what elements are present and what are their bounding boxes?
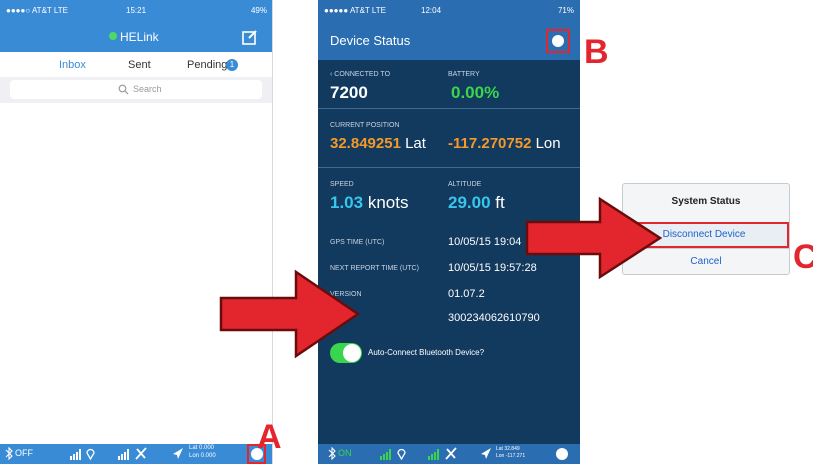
callout-letter-a: A	[257, 418, 282, 456]
clock-text: 15:21	[126, 6, 147, 15]
current-position-label: CURRENT POSITION	[330, 122, 400, 129]
connection-status-dot	[109, 32, 117, 40]
bluetooth-icon	[328, 447, 336, 460]
altitude-value: 29.00	[448, 193, 491, 212]
signal-strength-icon	[380, 449, 391, 460]
device-id-value: 300234062610790	[448, 312, 540, 324]
nav-bar: HELink	[0, 22, 272, 52]
tab-pending[interactable]: Pending	[187, 59, 227, 71]
location-arrow-icon	[481, 448, 491, 459]
longitude-unit: Lon	[535, 135, 561, 152]
callout-letter-c: C	[793, 238, 813, 276]
latitude-unit: Lat	[405, 135, 426, 152]
bottom-status-bar: ON Lat 32.849 Lon -117.271	[318, 444, 580, 464]
search-bar: Search	[0, 77, 272, 103]
battery-text: 49%	[250, 6, 267, 15]
latitude-readout: Lat 32.849	[496, 446, 520, 452]
satellite-signal-icon	[118, 449, 129, 460]
latitude-row: 32.849251 Lat	[330, 135, 426, 152]
page-title: Device Status	[330, 33, 411, 48]
app-title: HELink	[120, 30, 159, 44]
clock-text: 12:04	[421, 6, 442, 15]
altitude-row: 29.00 ft	[448, 193, 505, 213]
altitude-unit: ft	[495, 193, 505, 212]
settings-button[interactable]	[546, 29, 570, 53]
gps-pin-icon	[397, 448, 406, 460]
arrow-pointer-a	[219, 269, 361, 359]
longitude-readout: Lon -117.271	[496, 453, 526, 459]
pending-count-badge: 1	[226, 59, 238, 71]
left-phone-screen: ●●●●○ AT&T LTE 15:21 49% HELink Inbox Se…	[0, 0, 273, 464]
battery-label: BATTERY	[448, 71, 480, 78]
speed-value: 1.03	[330, 193, 364, 212]
carrier-text: ●●●●● AT&T LTE	[324, 6, 386, 15]
bluetooth-icon	[5, 447, 13, 460]
gear-icon	[552, 35, 564, 47]
nav-bar: Device Status	[318, 22, 580, 60]
bluetooth-status: ON	[338, 448, 352, 458]
longitude-row: -117.270752 Lon	[448, 135, 561, 152]
compose-icon[interactable]	[241, 28, 259, 46]
satellite-signal-icon	[428, 449, 439, 460]
signal-strength-icon	[70, 449, 81, 460]
version-value: 01.07.2	[448, 288, 485, 300]
divider	[318, 167, 580, 168]
tab-inbox[interactable]: Inbox	[59, 59, 86, 71]
longitude-value: -117.270752	[448, 135, 532, 152]
altitude-label: ALTITUDE	[448, 181, 482, 188]
connected-device-value: 7200	[330, 83, 368, 102]
battery-text: 71%	[557, 6, 574, 15]
latitude-readout: Lat 0.000	[189, 445, 215, 451]
location-arrow-icon	[173, 448, 183, 459]
arrow-pointer-c	[525, 196, 663, 280]
search-input[interactable]: Search	[10, 80, 262, 99]
bluetooth-status: OFF	[15, 448, 33, 458]
satellite-icon	[135, 447, 147, 460]
status-bar: ●●●●● AT&T LTE 12:04 71%	[318, 0, 580, 22]
satellite-icon	[445, 447, 457, 460]
latitude-value: 32.849251	[330, 135, 401, 152]
settings-icon[interactable]	[556, 448, 568, 460]
speed-unit: knots	[367, 193, 409, 212]
speed-row: 1.03 knots	[330, 193, 408, 213]
bottom-status-bar: OFF Lat 0.000 Lon 0.000	[0, 444, 272, 464]
auto-connect-label: Auto-Connect Bluetooth Device?	[368, 348, 485, 357]
status-bar: ●●●●○ AT&T LTE 15:21 49%	[0, 0, 272, 22]
gps-pin-icon	[86, 448, 95, 460]
carrier-text: ●●●●○ AT&T LTE	[6, 6, 68, 15]
search-icon	[118, 84, 129, 95]
gps-time-value: 10/05/15 19:04	[448, 236, 522, 248]
divider	[318, 108, 580, 109]
connected-to-label: ‹ CONNECTED TO	[330, 71, 391, 78]
battery-value: 0.00%	[451, 83, 500, 102]
longitude-readout: Lon 0.000	[189, 453, 216, 459]
speed-label: SPEED	[330, 181, 354, 188]
callout-letter-b: B	[584, 33, 609, 71]
search-placeholder: Search	[133, 84, 162, 94]
gps-time-label: GPS TIME (UTC)	[330, 239, 385, 246]
tab-sent[interactable]: Sent	[128, 59, 151, 71]
